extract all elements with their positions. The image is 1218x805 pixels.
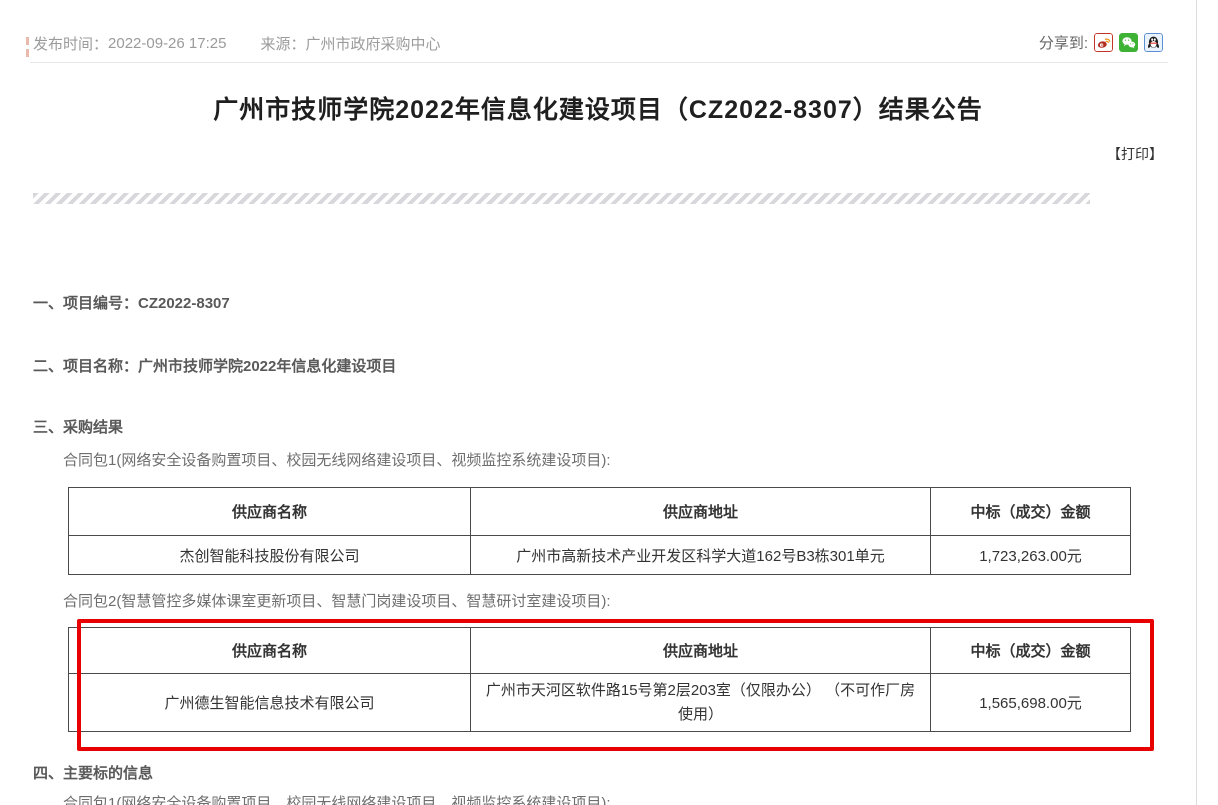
qq-share-icon[interactable] xyxy=(1144,33,1163,52)
cell-award-amount: 1,565,698.00元 xyxy=(931,674,1131,732)
header-supplier-address: 供应商地址 xyxy=(471,628,931,674)
source-value: 广州市政府采购中心 xyxy=(305,33,440,54)
section-procurement-result: 三、采购结果 xyxy=(33,416,123,437)
cell-supplier-address: 广州市天河区软件路15号第2层203室（仅限办公） （不可作厂房使用） xyxy=(471,674,931,732)
header-award-amount: 中标（成交）金额 xyxy=(931,628,1131,674)
header-divider xyxy=(30,62,1168,63)
content-right-border xyxy=(1196,0,1197,805)
cell-supplier-address: 广州市高新技术产业开发区科学大道162号B3栋301单元 xyxy=(471,536,931,575)
package1-label: 合同包1(网络安全设备购置项目、校园无线网络建设项目、视频监控系统建设项目): xyxy=(63,449,611,470)
table-header-row: 供应商名称 供应商地址 中标（成交）金额 xyxy=(69,628,1131,674)
announcement-page: 发布时间：2022-09-26 17:25 来源：广州市政府采购中心 分享到: xyxy=(0,0,1218,805)
edge-artifact-mark xyxy=(26,37,29,45)
meta-bar: 发布时间：2022-09-26 17:25 来源：广州市政府采购中心 xyxy=(33,32,440,54)
publish-time-value: 2022-09-26 17:25 xyxy=(108,35,226,52)
cell-award-amount: 1,723,263.00元 xyxy=(931,536,1131,575)
cell-supplier-name: 广州德生智能信息技术有限公司 xyxy=(69,674,471,732)
edge-artifact-mark xyxy=(26,49,29,57)
page-title: 广州市技师学院2022年信息化建设项目（CZ2022-8307）结果公告 xyxy=(0,90,1196,126)
weibo-share-icon[interactable] xyxy=(1094,33,1113,52)
clipped-bottom-line: 合同包1(网络安全设备购置项目、校园无线网络建设项目、视频监控系统建设项目): xyxy=(63,792,611,805)
hatched-divider xyxy=(33,193,1090,204)
package2-label: 合同包2(智慧管控多媒体课室更新项目、智慧门岗建设项目、智慧研讨室建设项目): xyxy=(63,590,611,611)
section-main-subject-info: 四、主要标的信息 xyxy=(33,762,153,783)
share-label: 分享到: xyxy=(1039,32,1088,53)
source-label: 来源： xyxy=(260,33,305,54)
package2-result-table: 供应商名称 供应商地址 中标（成交）金额 广州德生智能信息技术有限公司 广州市天… xyxy=(68,627,1131,732)
section-project-number: 一、项目编号：CZ2022-8307 xyxy=(33,292,230,313)
header-award-amount: 中标（成交）金额 xyxy=(931,488,1131,536)
cell-supplier-name: 杰创智能科技股份有限公司 xyxy=(69,536,471,575)
header-supplier-name: 供应商名称 xyxy=(69,628,471,674)
package1-result-table: 供应商名称 供应商地址 中标（成交）金额 杰创智能科技股份有限公司 广州市高新技… xyxy=(68,487,1131,575)
header-supplier-name: 供应商名称 xyxy=(69,488,471,536)
section-project-name: 二、项目名称：广州市技师学院2022年信息化建设项目 xyxy=(33,355,396,376)
print-button[interactable]: 【打印】 xyxy=(1107,144,1163,164)
publish-time-label: 发布时间： xyxy=(33,33,108,54)
share-block: 分享到: xyxy=(1039,31,1163,53)
wechat-share-icon[interactable] xyxy=(1119,33,1138,52)
table-row: 广州德生智能信息技术有限公司 广州市天河区软件路15号第2层203室（仅限办公）… xyxy=(69,674,1131,732)
table-header-row: 供应商名称 供应商地址 中标（成交）金额 xyxy=(69,488,1131,536)
header-supplier-address: 供应商地址 xyxy=(471,488,931,536)
table-row: 杰创智能科技股份有限公司 广州市高新技术产业开发区科学大道162号B3栋301单… xyxy=(69,536,1131,575)
